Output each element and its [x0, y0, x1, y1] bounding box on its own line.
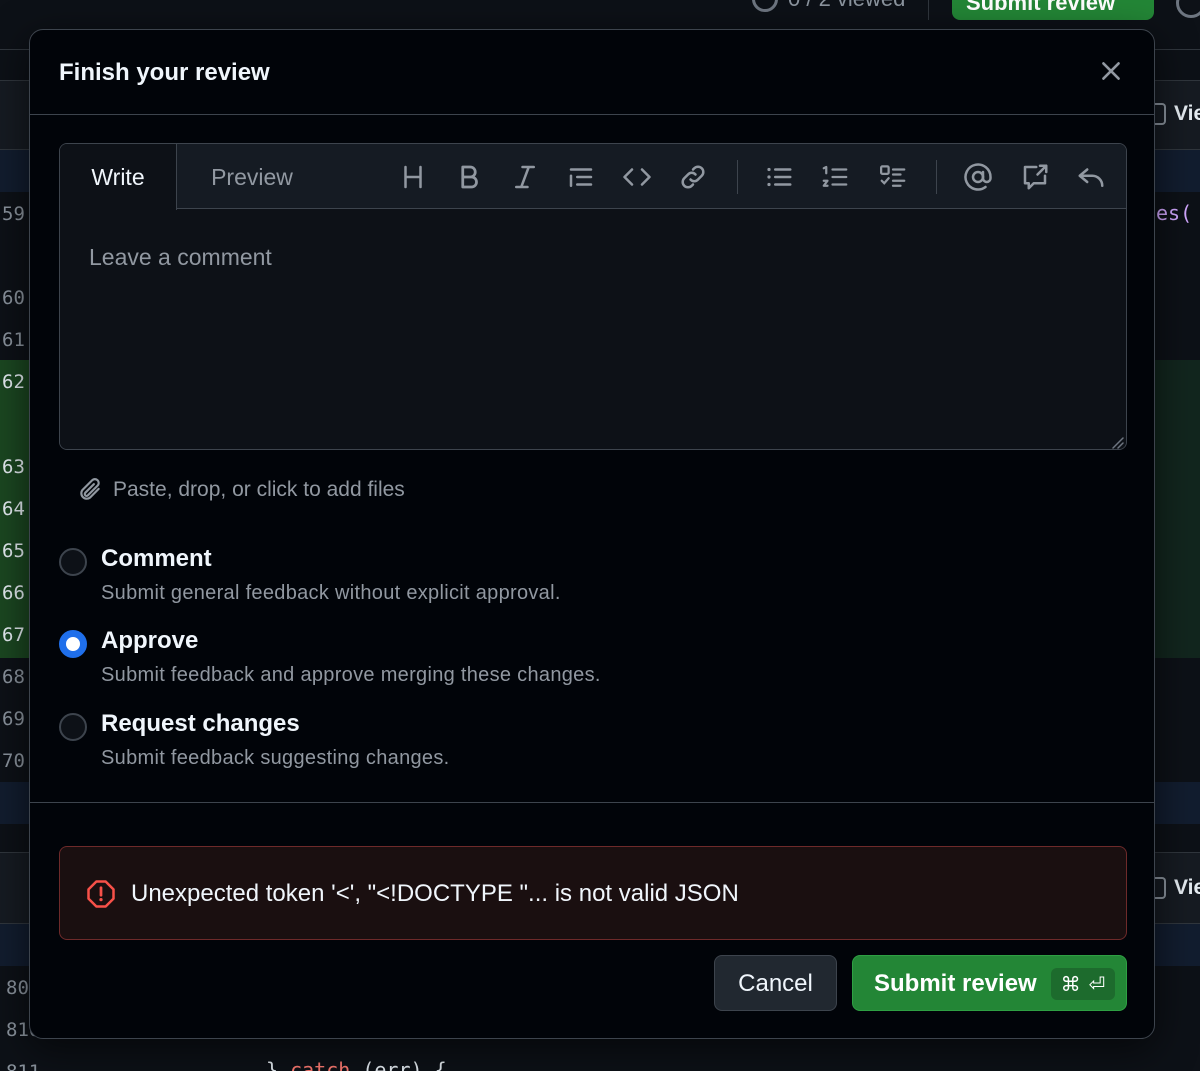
progress-ring-icon — [752, 0, 778, 12]
toolbar-separator — [737, 160, 738, 194]
submit-review-label: Submit review — [874, 970, 1037, 997]
comment-textarea[interactable]: Leave a comment — [60, 210, 1126, 449]
finish-review-dialog: Finish your review Write Preview Leave a… — [29, 29, 1155, 1039]
comment-editor: Write Preview Leave a comment — [59, 143, 1127, 450]
quote-icon[interactable] — [566, 162, 596, 192]
submit-review-button[interactable]: Submit review ⌘ ⏎ — [852, 955, 1127, 1011]
line-number: 59 — [2, 203, 25, 225]
request-changes-radio[interactable] — [59, 713, 87, 741]
code-token: } — [266, 1058, 291, 1071]
error-message: Unexpected token '<', "<!DOCTYPE "... is… — [131, 880, 739, 907]
reply-icon[interactable] — [1076, 162, 1106, 192]
option-description: Submit general feedback without explicit… — [101, 582, 561, 604]
checkbox-icon — [1154, 877, 1166, 899]
line-number: 67 — [2, 624, 25, 646]
tab-preview[interactable]: Preview — [177, 144, 327, 210]
editor-toolbar: Write Preview — [60, 144, 1126, 210]
submit-review-dropdown-button[interactable]: Submit review — [952, 0, 1154, 20]
error-banner: Unexpected token '<', "<!DOCTYPE "... is… — [59, 846, 1127, 940]
option-description: Submit feedback suggesting changes. — [101, 747, 450, 769]
submit-review-dropdown-label: Submit review — [966, 0, 1116, 15]
task-list-icon[interactable] — [878, 162, 908, 192]
attach-files[interactable]: Paste, drop, or click to add files — [77, 477, 405, 503]
tab-write[interactable]: Write — [60, 144, 177, 210]
ordered-list-icon[interactable] — [820, 162, 850, 192]
line-number: 61 — [2, 329, 25, 351]
dialog-title: Finish your review — [59, 59, 270, 86]
command-key-icon: ⌘ — [1060, 972, 1081, 996]
toolbar-divider — [928, 0, 929, 20]
checkbox-icon — [1154, 103, 1166, 125]
viewed-counter[interactable]: 0 / 2 viewed — [752, 0, 905, 12]
comment-placeholder: Leave a comment — [89, 244, 272, 270]
unordered-list-icon[interactable] — [764, 162, 794, 192]
line-number: 70 — [2, 750, 25, 772]
viewed-label: Vie — [1174, 102, 1200, 125]
line-number: 811 — [6, 1061, 40, 1071]
option-title: Comment — [101, 545, 212, 572]
code-fragment: es( — [1156, 201, 1193, 225]
code-keyword: catch — [290, 1058, 351, 1071]
italic-icon[interactable] — [510, 162, 540, 192]
cancel-button[interactable]: Cancel — [714, 955, 837, 1011]
option-title: Approve — [101, 627, 199, 654]
close-icon[interactable] — [1098, 58, 1124, 84]
viewed-checkbox[interactable]: Vie — [1154, 102, 1200, 126]
alert-icon — [87, 880, 115, 908]
code-fragment: } catch (err) { — [266, 1058, 447, 1071]
line-number: 69 — [2, 708, 25, 730]
section-divider — [30, 802, 1154, 803]
option-description: Submit feedback and approve merging thes… — [101, 664, 601, 686]
heading-icon[interactable] — [398, 162, 428, 192]
dialog-header: Finish your review — [30, 30, 1154, 115]
line-number: 65 — [2, 540, 25, 562]
paperclip-icon — [80, 478, 100, 500]
bold-icon[interactable] — [454, 162, 484, 192]
viewed-checkbox[interactable]: Vie — [1154, 876, 1200, 900]
keyboard-shortcut: ⌘ ⏎ — [1051, 968, 1115, 1000]
option-title: Request changes — [101, 710, 300, 737]
line-number: 62 — [2, 371, 25, 393]
attach-files-label: Paste, drop, or click to add files — [113, 478, 405, 501]
line-number: 68 — [2, 666, 25, 688]
viewed-label: Vie — [1174, 876, 1200, 899]
code-token: (err) { — [350, 1058, 447, 1071]
link-icon[interactable] — [678, 162, 708, 192]
code-icon[interactable] — [622, 162, 652, 192]
comment-radio[interactable] — [59, 548, 87, 576]
enter-key-icon: ⏎ — [1088, 972, 1106, 996]
line-number: 66 — [2, 582, 25, 604]
viewed-text: 0 / 2 viewed — [788, 0, 905, 12]
cross-reference-icon[interactable] — [1020, 162, 1050, 192]
resize-handle-icon[interactable] — [1110, 435, 1124, 449]
mention-icon[interactable] — [963, 162, 993, 192]
line-number: 60 — [2, 287, 25, 309]
line-number: 64 — [2, 498, 25, 520]
line-number: 80 — [6, 977, 29, 999]
line-number: 63 — [2, 456, 25, 478]
approve-radio[interactable] — [59, 630, 87, 658]
toolbar-separator — [936, 160, 937, 194]
